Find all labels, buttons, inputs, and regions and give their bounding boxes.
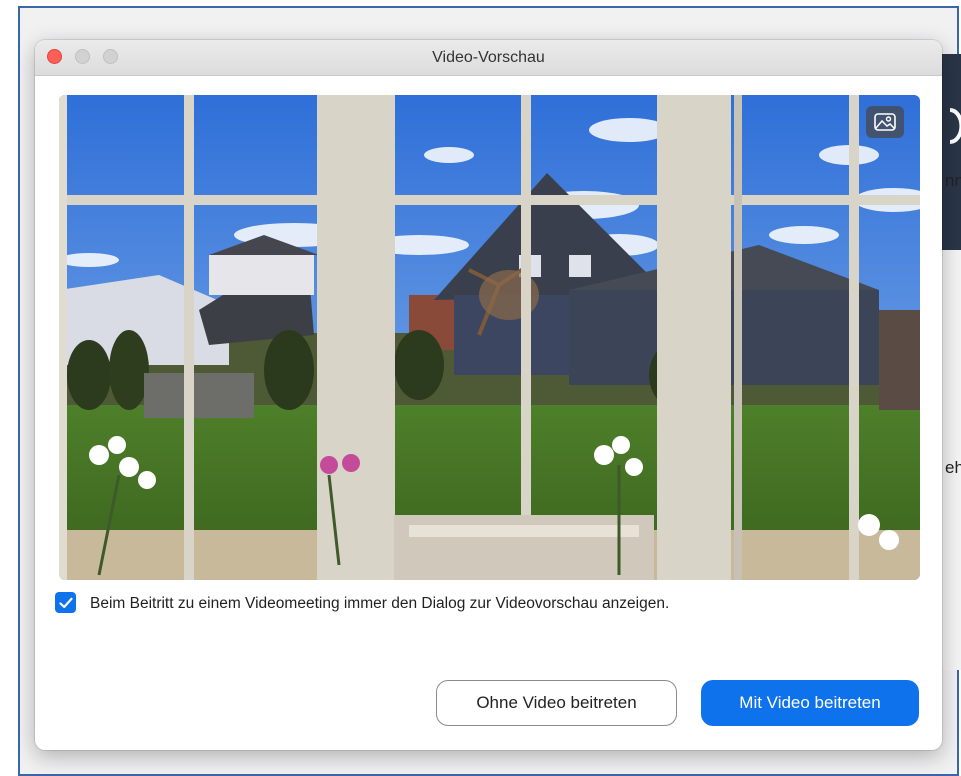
background-text-fragment: nn [945,171,961,190]
dialog-title: Video-Vorschau [432,49,545,66]
video-preview-dialog: Video-Vorschau Beim Beitritt zu einem Vi… [35,40,942,750]
camera-preview-image [59,95,920,580]
camera-preview [59,95,920,580]
join-without-video-button[interactable]: Ohne Video beitreten [436,680,677,726]
always-show-preview-checkbox[interactable] [55,592,76,613]
partial-glyph-icon [949,108,961,144]
change-background-button[interactable] [866,106,904,138]
always-show-preview-label[interactable]: Beim Beitritt zu einem Videomeeting imme… [90,595,669,613]
background-panel-dark [940,54,961,250]
checkmark-icon [58,597,73,608]
join-with-video-button[interactable]: Mit Video beitreten [701,680,919,726]
background-text-fragment: eh [945,458,961,477]
title-bar: Video-Vorschau [35,40,942,76]
image-icon [874,113,896,131]
